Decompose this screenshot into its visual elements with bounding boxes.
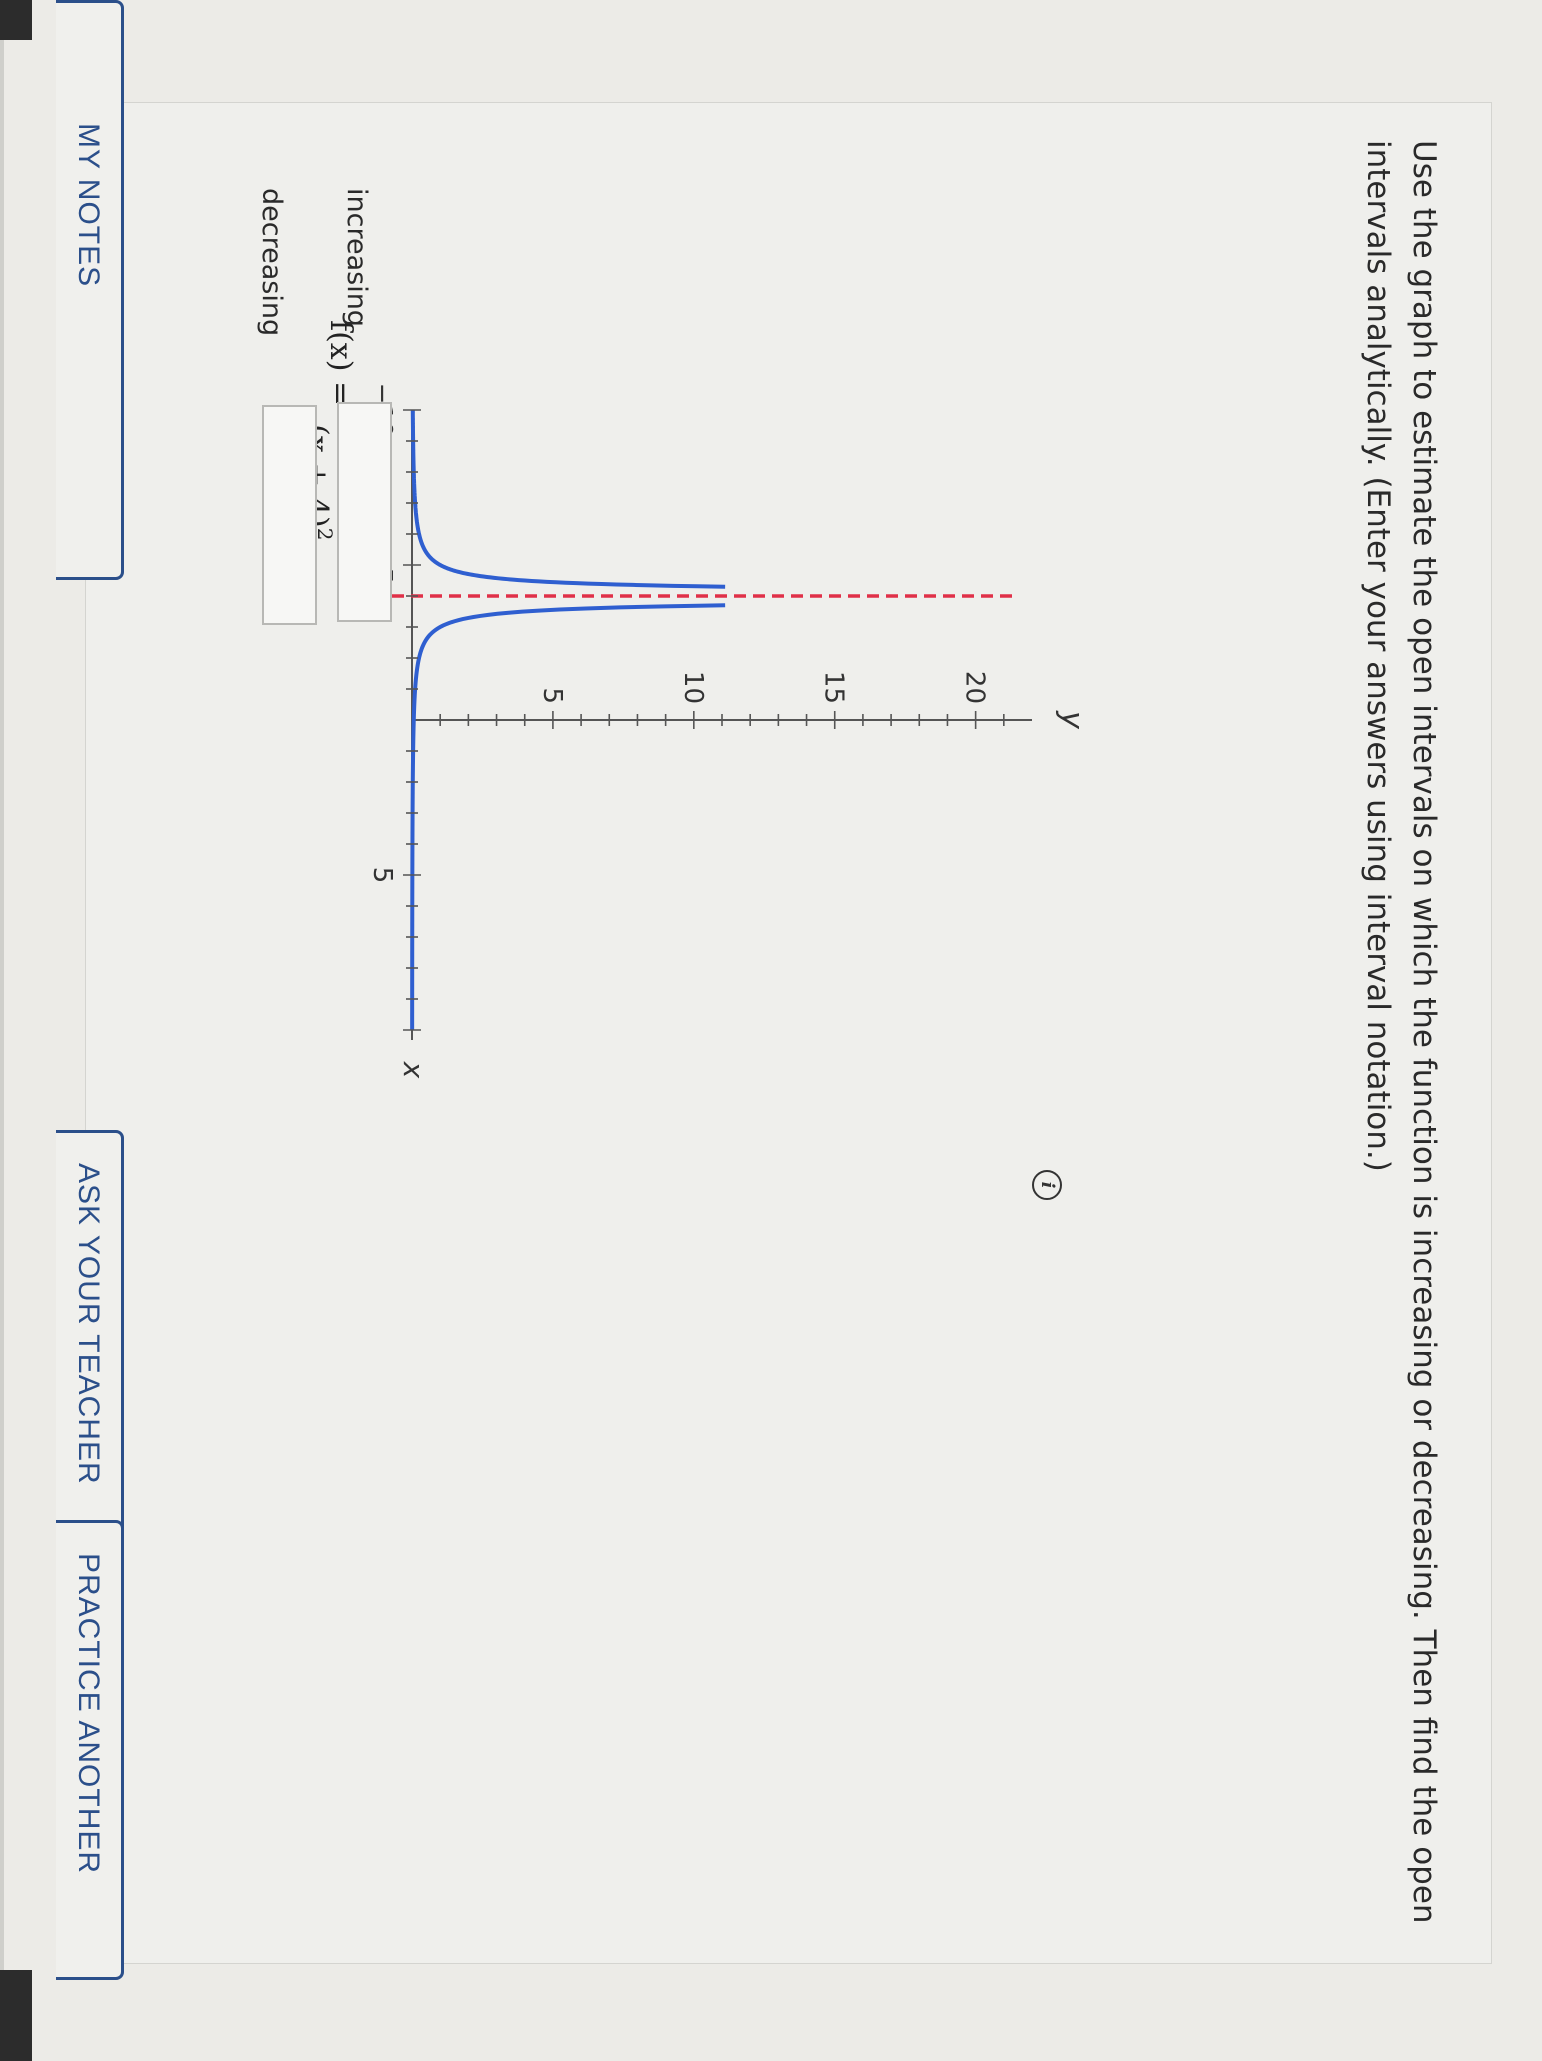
decreasing-label: decreasing	[256, 188, 287, 337]
graph-labels: xy−10−555101520	[367, 383, 1089, 1079]
y-tick-label: 20	[960, 671, 990, 704]
screen: Use the graph to estimate the open inter…	[0, 0, 1542, 2061]
y-axis-label: y	[1054, 710, 1089, 730]
increasing-label: increasing	[341, 188, 372, 327]
browser-edge	[0, 0, 4, 2061]
practice-another-button[interactable]: PRACTICE ANOTHER	[56, 1520, 124, 1980]
curve-left-branch	[410, 409, 726, 589]
y-tick-label: 5	[537, 687, 567, 704]
window-edge-right	[0, 1970, 32, 2061]
x-axis-label: x	[397, 1061, 430, 1079]
question-instruction: Use the graph to estimate the open inter…	[1360, 140, 1442, 1924]
y-tick-label: 10	[678, 671, 708, 704]
increasing-input[interactable]	[337, 402, 392, 622]
y-tick-label: 15	[819, 671, 849, 704]
info-icon[interactable]: i	[1032, 1170, 1062, 1200]
my-notes-button[interactable]: MY NOTES	[56, 0, 124, 580]
decreasing-input[interactable]	[262, 405, 317, 625]
window-edge	[0, 0, 32, 40]
rotated-page: Use the graph to estimate the open inter…	[0, 0, 1542, 2061]
function-graph: xy−10−555101520	[367, 383, 1089, 1079]
curve-right-branch	[410, 603, 726, 1030]
x-tick-label: 5	[367, 867, 397, 884]
